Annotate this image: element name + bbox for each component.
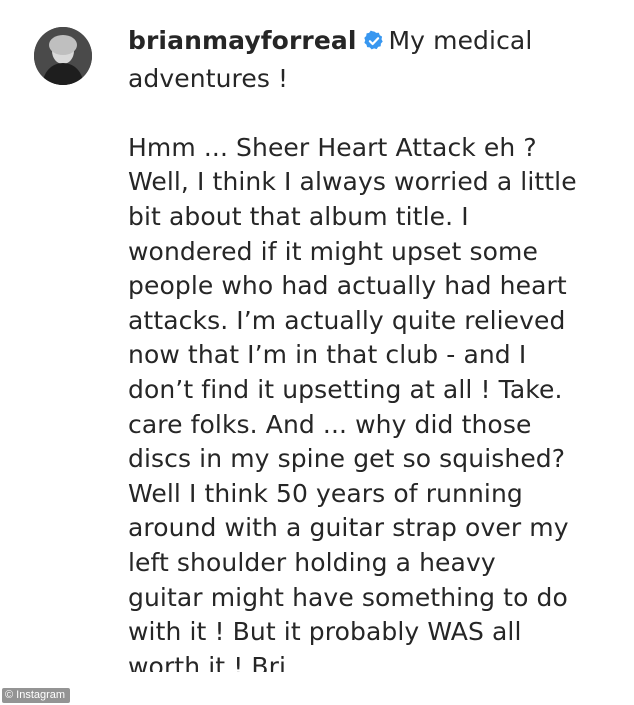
caption-line: care folks. And ... why did those <box>128 409 532 439</box>
caption-header: brianmayforreal My medical adventures ! <box>128 24 608 96</box>
caption-line: Well, I think I always worried a little <box>128 167 577 197</box>
caption-line: Well I think 50 years of running <box>128 478 523 508</box>
caption-line: bit about that album title. I <box>128 201 469 231</box>
caption-line: now that I’m in that club - and I <box>128 340 527 370</box>
caption-line: guitar might have something to do <box>128 582 568 612</box>
caption-line: discs in my spine get so squished? <box>128 444 566 474</box>
caption-line: people who had actually had heart <box>128 271 567 301</box>
instagram-caption: brianmayforreal My medical adventures ! … <box>0 0 634 705</box>
caption-line: left shoulder holding a heavy <box>128 547 496 577</box>
caption-line: don’t find it upsetting at all ! Take. <box>128 374 563 404</box>
caption-line: attacks. I’m actually quite relieved <box>128 305 566 335</box>
bottom-crop <box>0 672 634 705</box>
avatar[interactable] <box>34 27 92 85</box>
caption-line: wondered if it might upset some <box>128 236 538 266</box>
caption-line: Hmm ... Sheer Heart Attack eh ? <box>128 132 537 162</box>
caption-line: with it ! But it probably WAS all <box>128 617 522 647</box>
instagram-watermark: © Instagram <box>2 688 71 703</box>
username-link[interactable]: brianmayforreal <box>128 26 357 55</box>
caption: brianmayforreal My medical adventures ! … <box>128 24 608 684</box>
verified-badge-icon <box>363 27 385 62</box>
caption-body: Hmm ... Sheer Heart Attack eh ? Well, I … <box>128 131 608 685</box>
avatar-image <box>34 27 92 85</box>
caption-line: around with a guitar strap over my <box>128 513 569 543</box>
